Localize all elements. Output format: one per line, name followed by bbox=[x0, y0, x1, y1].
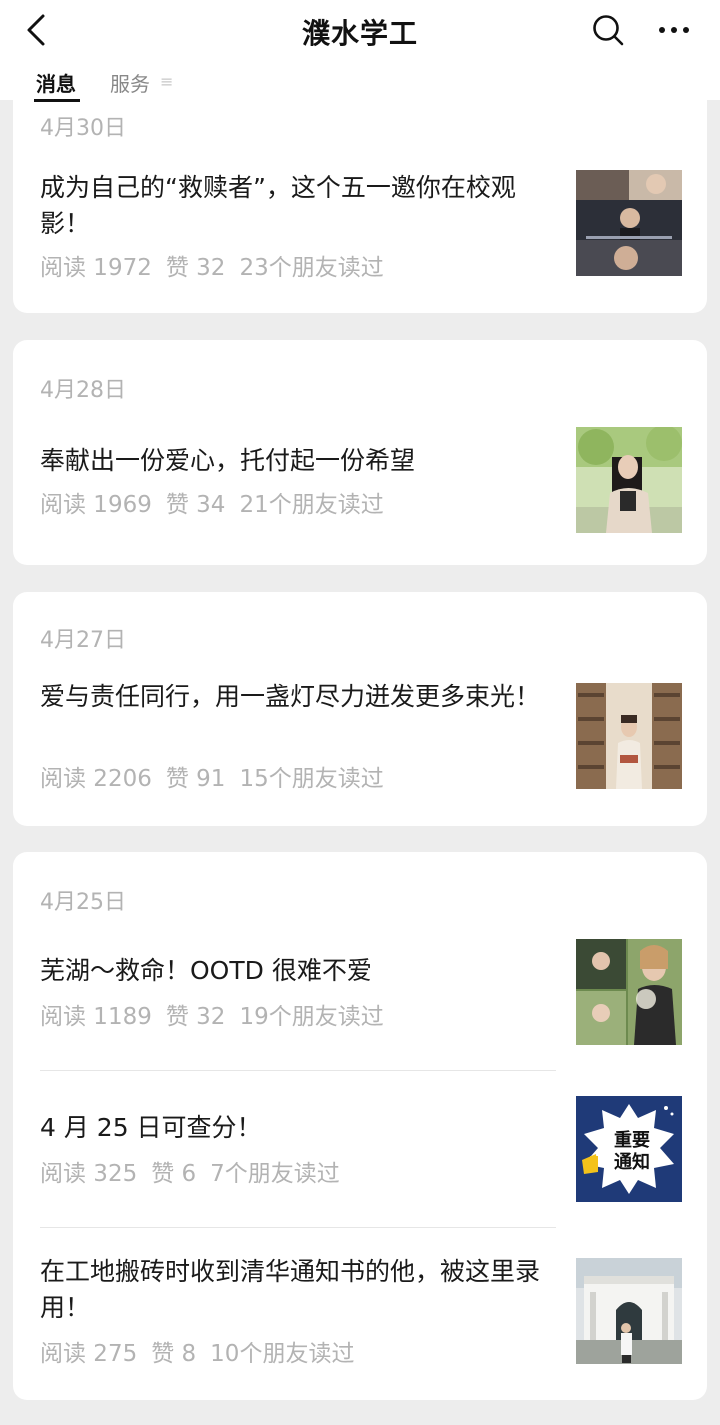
top-bar: 濮水学工 消息 服务 ≡ bbox=[0, 0, 720, 102]
notice-text-line2: 通知 bbox=[614, 1151, 650, 1173]
article-item[interactable]: 在工地搬砖时收到清华通知书的他，被这里录用！ 阅读 275 赞 8 10个朋友读过 bbox=[40, 1257, 694, 1367]
article-stats: 阅读 275 赞 8 10个朋友读过 bbox=[40, 1334, 368, 1368]
article-stats: 阅读 2206 赞 91 15个朋友读过 bbox=[40, 759, 398, 793]
tab-bar: 消息 服务 ≡ bbox=[0, 62, 720, 102]
friends-read: 21个朋友读过 bbox=[239, 492, 384, 518]
article-thumbnail bbox=[576, 683, 682, 789]
group-date: 4月27日 bbox=[40, 628, 126, 653]
read-count: 阅读 325 bbox=[40, 1161, 138, 1187]
message-card: 4月25日 芜湖～救命！OOTD 很难不爱 阅读 1189 赞 32 19个朋友读过… bbox=[13, 852, 707, 1400]
article-stats: 阅读 1972 赞 32 23个朋友读过 bbox=[40, 248, 398, 282]
like-count: 赞 8 bbox=[151, 1341, 197, 1367]
article-stats: 阅读 325 赞 6 7个朋友读过 bbox=[40, 1154, 354, 1188]
article-stats: 阅读 1969 赞 34 21个朋友读过 bbox=[40, 485, 398, 519]
read-count: 阅读 2206 bbox=[40, 766, 152, 792]
article-item[interactable]: 芜湖～救命！OOTD 很难不爱 阅读 1189 赞 32 19个朋友读过 bbox=[40, 939, 694, 1045]
group-date: 4月28日 bbox=[40, 378, 126, 403]
search-button[interactable] bbox=[588, 10, 628, 50]
like-count: 赞 34 bbox=[165, 492, 226, 518]
message-card: 4月28日 奉献出一份爱心，托付起一份希望 阅读 1969 赞 34 21个朋友读过 bbox=[13, 340, 707, 565]
article-title: 爱与责任同行，用一盏灯尽力迸发更多束光！ bbox=[40, 682, 541, 711]
message-card: 4月27日 爱与责任同行，用一盏灯尽力迸发更多束光！ 阅读 2206 赞 91 15… bbox=[13, 592, 707, 826]
active-tab-indicator bbox=[34, 99, 80, 102]
tab-messages[interactable]: 消息 bbox=[36, 68, 76, 97]
friends-read: 23个朋友读过 bbox=[239, 255, 384, 281]
article-item[interactable]: 奉献出一份爱心，托付起一份希望 阅读 1969 赞 34 21个朋友读过 bbox=[40, 427, 694, 533]
article-title: 4 月 25 日可查分！ bbox=[40, 1113, 262, 1142]
notice-thumbnail: 重要 通知 bbox=[576, 1096, 682, 1202]
read-count: 阅读 1969 bbox=[40, 492, 152, 518]
friends-read: 15个朋友读过 bbox=[239, 766, 384, 792]
article-item[interactable]: 成为自己的“救赎者”，这个五一邀你在校观影！ 阅读 1972 赞 32 23个朋友读… bbox=[40, 170, 694, 281]
like-count: 赞 32 bbox=[165, 1004, 226, 1030]
group-date: 4月30日 bbox=[40, 116, 126, 141]
article-title: 在工地搬砖时收到清华通知书的他，被这里录用！ bbox=[40, 1257, 541, 1322]
menu-lines-icon: ≡ bbox=[160, 72, 174, 91]
article-title: 芜湖～救命！OOTD 很难不爱 bbox=[40, 956, 372, 985]
read-count: 阅读 1189 bbox=[40, 1004, 152, 1030]
article-thumbnail bbox=[576, 170, 682, 276]
read-count: 阅读 275 bbox=[40, 1341, 138, 1367]
article-thumbnail bbox=[576, 1258, 682, 1364]
search-icon bbox=[593, 15, 624, 46]
more-button[interactable] bbox=[652, 10, 696, 50]
more-icon bbox=[659, 27, 689, 33]
friends-read: 19个朋友读过 bbox=[239, 1004, 384, 1030]
article-thumbnail bbox=[576, 939, 682, 1045]
divider bbox=[40, 1227, 556, 1228]
article-title: 奉献出一份爱心，托付起一份希望 bbox=[40, 446, 416, 475]
friends-read: 7个朋友读过 bbox=[210, 1161, 340, 1187]
article-item[interactable]: 4 月 25 日可查分！ 阅读 325 赞 6 7个朋友读过 重要 通知 bbox=[40, 1096, 694, 1202]
article-stats: 阅读 1189 赞 32 19个朋友读过 bbox=[40, 997, 398, 1031]
group-date: 4月25日 bbox=[40, 890, 126, 915]
divider bbox=[40, 1070, 556, 1071]
like-count: 赞 6 bbox=[151, 1161, 197, 1187]
read-count: 阅读 1972 bbox=[40, 255, 152, 281]
like-count: 赞 91 bbox=[165, 766, 226, 792]
friends-read: 10个朋友读过 bbox=[210, 1341, 355, 1367]
article-thumbnail bbox=[576, 427, 682, 533]
like-count: 赞 32 bbox=[165, 255, 226, 281]
article-item[interactable]: 爱与责任同行，用一盏灯尽力迸发更多束光！ 阅读 2206 赞 91 15个朋友读过 bbox=[40, 682, 694, 792]
tab-services[interactable]: 服务 bbox=[110, 68, 150, 97]
article-title: 成为自己的“救赎者”，这个五一邀你在校观影！ bbox=[40, 173, 516, 238]
notice-text-line1: 重要 bbox=[614, 1129, 650, 1151]
